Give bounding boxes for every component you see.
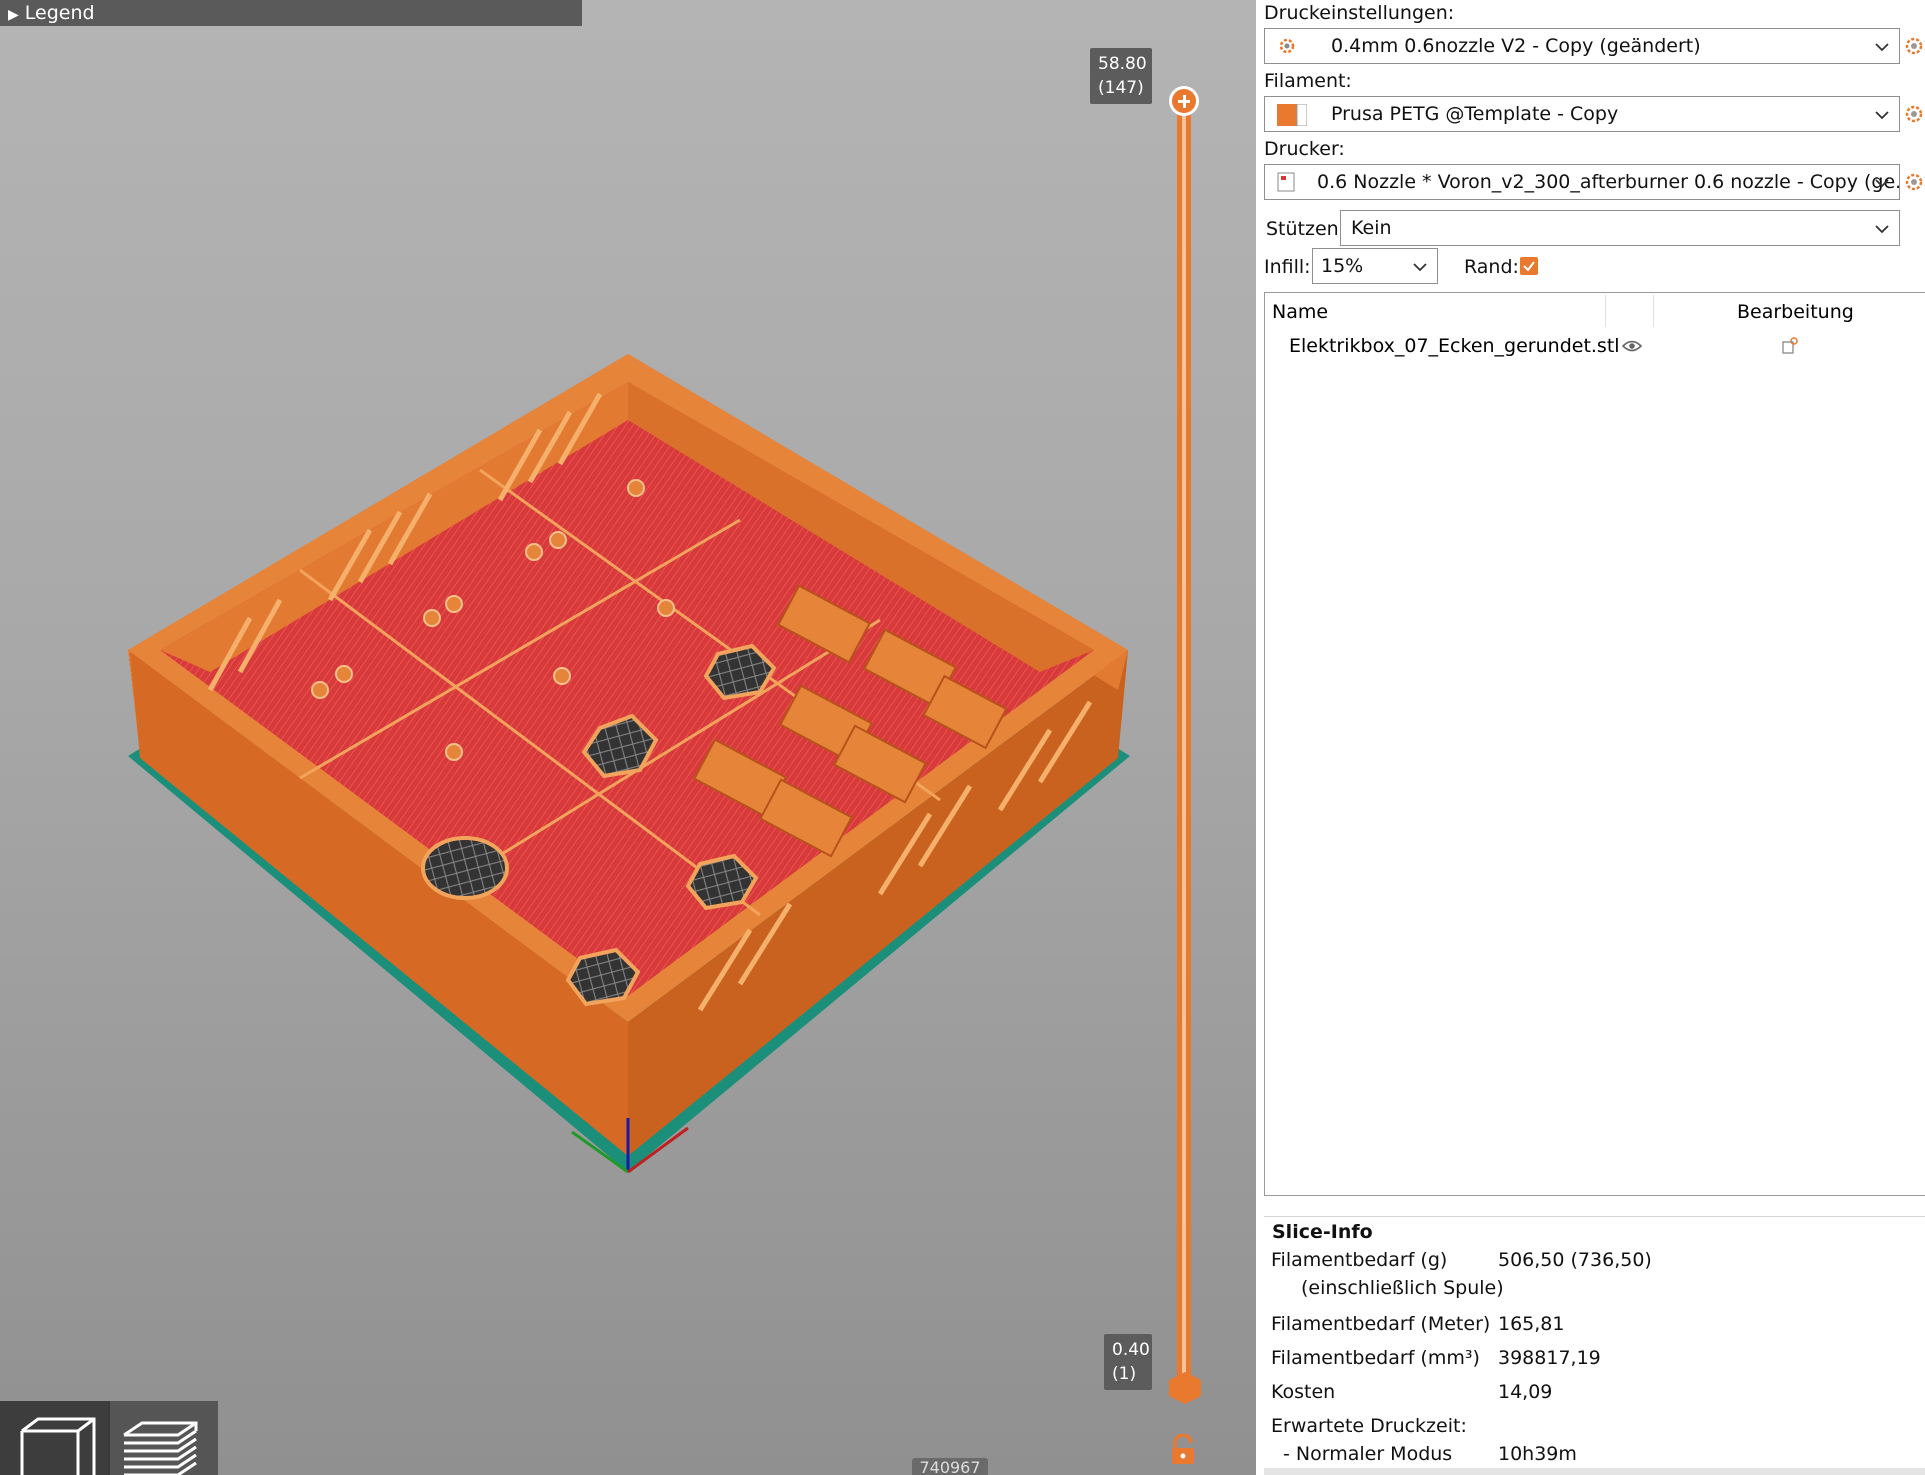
col-name-header[interactable]: Name: [1272, 301, 1328, 323]
col-edit-header[interactable]: Bearbeitung: [1737, 301, 1854, 323]
object-list-header: Name Bearbeitung: [1265, 293, 1925, 329]
printer-combo[interactable]: 0.6 Nozzle * Voron_v2_300_afterburner 0.…: [1264, 164, 1900, 200]
top-height: 58.80: [1098, 54, 1147, 74]
eye-icon[interactable]: [1622, 339, 1642, 353]
expand-triangle-icon: ▶: [8, 7, 19, 23]
move-counter: 740967: [912, 1458, 988, 1475]
print-time-label: Erwartete Druckzeit:: [1271, 1415, 1467, 1437]
top-layer: (147): [1098, 78, 1144, 98]
filament-combo[interactable]: Prusa PETG @Template - Copy: [1264, 96, 1900, 132]
unlock-icon[interactable]: [1170, 1434, 1196, 1466]
chevron-down-icon: [1875, 179, 1889, 188]
filament-weight-value: 506,50 (736,50): [1498, 1249, 1652, 1271]
edit-settings-icon[interactable]: [1781, 337, 1799, 355]
layer-slider-track[interactable]: [1177, 100, 1191, 1387]
filament-volume-value: 398817,19: [1498, 1347, 1601, 1369]
filament-weight-label: Filamentbedarf (g): [1271, 1249, 1448, 1271]
gear-icon: [1279, 38, 1295, 54]
printer-label: Drucker:: [1264, 138, 1345, 160]
supports-value: Kein: [1351, 217, 1392, 239]
slider-bottom-value-label: 0.40 (1): [1104, 1334, 1152, 1390]
print-settings-value: 0.4mm 0.6nozzle V2 - Copy (geändert): [1331, 35, 1701, 57]
slider-top-thumb[interactable]: [1169, 86, 1199, 116]
spool-note-label: (einschließlich Spule): [1301, 1277, 1504, 1299]
print-settings-combo[interactable]: 0.4mm 0.6nozzle V2 - Copy (geändert): [1264, 28, 1900, 64]
filament-length-value: 165,81: [1498, 1313, 1565, 1335]
preview-button[interactable]: [110, 1401, 218, 1475]
3d-viewport[interactable]: ▶ Legend 58.80 (147) 0.40 (1) 740967: [0, 0, 1256, 1475]
cube-icon: [20, 1417, 96, 1475]
object-name: Elektrikbox_07_Ecken_gerundet.stl: [1289, 335, 1620, 357]
supports-combo[interactable]: Kein: [1340, 210, 1900, 246]
export-button-strip[interactable]: [1264, 1468, 1925, 1475]
3d-view-button[interactable]: [0, 1401, 108, 1475]
slider-top-value-label: 58.80 (147): [1090, 48, 1152, 104]
filament-label: Filament:: [1264, 70, 1352, 92]
list-item[interactable]: Elektrikbox_07_Ecken_gerundet.stl: [1265, 329, 1925, 361]
brim-label: Rand:: [1464, 256, 1519, 278]
infill-label: Infill:: [1264, 256, 1311, 278]
infill-combo[interactable]: 15%: [1312, 248, 1438, 284]
checkmark-icon: [1523, 261, 1535, 272]
slice-info-title: Slice-Info: [1272, 1221, 1373, 1243]
slice-info-box: Slice-Info Filamentbedarf (g) 506,50 (73…: [1264, 1216, 1925, 1475]
print-settings-gear-icon[interactable]: [1904, 36, 1924, 56]
bottom-height: 0.40: [1112, 1340, 1150, 1360]
normal-mode-label: - Normaler Modus: [1283, 1443, 1453, 1465]
infill-value: 15%: [1321, 255, 1364, 277]
printer-icon: [1277, 172, 1295, 192]
legend-label: Legend: [24, 2, 95, 24]
filament-gear-icon[interactable]: [1904, 104, 1924, 124]
layers-icon: [123, 1421, 198, 1475]
printer-value: 0.6 Nozzle * Voron_v2_300_afterburner 0.…: [1317, 171, 1900, 193]
printer-gear-icon[interactable]: [1904, 172, 1924, 192]
filament-length-label: Filamentbedarf (Meter): [1271, 1313, 1491, 1335]
chevron-down-icon: [1875, 111, 1889, 120]
filament-volume-label: Filamentbedarf (mm³): [1271, 1347, 1480, 1369]
bottom-layer: (1): [1112, 1364, 1137, 1384]
chevron-down-icon: [1413, 263, 1427, 272]
filament-color-swatch-icon: [1277, 104, 1307, 126]
chevron-down-icon: [1875, 225, 1889, 234]
legend-toggle[interactable]: ▶ Legend: [0, 0, 582, 26]
print-settings-label: Druckeinstellungen:: [1264, 2, 1455, 24]
supports-label: Stützen:: [1266, 218, 1346, 240]
object-list[interactable]: Name Bearbeitung Elektrikbox_07_Ecken_ge…: [1264, 292, 1925, 1196]
chevron-down-icon: [1875, 43, 1889, 52]
filament-value: Prusa PETG @Template - Copy: [1331, 103, 1619, 125]
sliced-model-preview[interactable]: [0, 0, 1256, 1475]
cost-value: 14,09: [1498, 1381, 1553, 1403]
brim-checkbox[interactable]: [1520, 257, 1538, 275]
cost-label: Kosten: [1271, 1381, 1336, 1403]
view-mode-bar: [0, 1401, 218, 1475]
normal-mode-value: 10h39m: [1498, 1443, 1577, 1465]
